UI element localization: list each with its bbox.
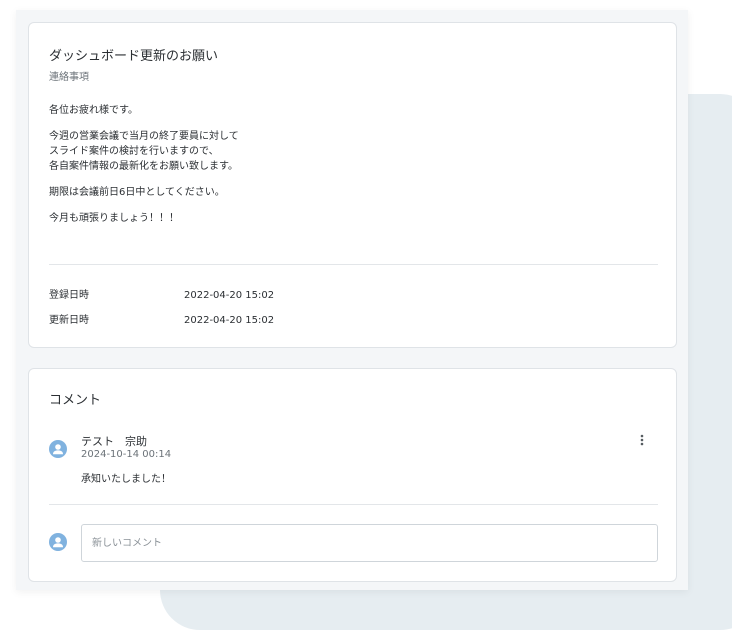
more-vertical-icon <box>640 434 644 446</box>
notice-paragraph: 今週の営業会議で当月の終了要員に対して スライド案件の検討を行いますので、 各自… <box>49 129 649 174</box>
updated-at-row: 更新日時 2022-04-20 15:02 <box>49 311 274 326</box>
comment-timestamp: 2024-10-14 00:14 <box>81 449 172 460</box>
comment-text: 承知いたしました！ <box>81 474 171 485</box>
notice-closing: 今月も頑張りましょう！！！ <box>49 213 179 224</box>
notice-paragraph-line: スライド案件の検討を行いますので、 <box>49 146 219 157</box>
comments-title: コメント <box>49 393 102 408</box>
comments-divider <box>49 504 658 505</box>
comment-author: テスト 宗助 <box>81 435 147 448</box>
created-at-label: 登録日時 <box>49 290 89 301</box>
notice-paragraph-line: 今週の営業会議で当月の終了要員に対して <box>49 131 239 142</box>
created-at-row: 登録日時 2022-04-20 15:02 <box>49 286 274 301</box>
notice-body: 各位お疲れ様です。 今週の営業会議で当月の終了要員に対して スライド案件の検討を… <box>49 103 649 237</box>
created-at-value: 2022-04-20 15:02 <box>184 290 275 301</box>
comment-menu-button[interactable] <box>633 433 651 453</box>
notice-detail-panel: ダッシュボード更新のお願い 連絡事項 各位お疲れ様です。 今週の営業会議で当月の… <box>16 10 688 590</box>
notice-deadline: 期限は会議前日6日中としてください。 <box>49 187 225 198</box>
notice-title: ダッシュボード更新のお願い <box>49 49 219 64</box>
updated-at-value: 2022-04-20 15:02 <box>184 315 275 326</box>
notice-divider <box>49 264 658 265</box>
notice-paragraph-line: 各自案件情報の最新化をお願い致します。 <box>49 161 238 172</box>
updated-at-label: 更新日時 <box>49 315 89 326</box>
notice-category: 連絡事項 <box>49 72 89 83</box>
user-avatar-icon <box>49 440 67 458</box>
new-comment-input[interactable] <box>81 524 658 562</box>
user-avatar-icon <box>49 533 67 551</box>
comments-card: コメント テスト 宗助 2024-10-14 00:14 承知いたしました！ <box>28 368 677 582</box>
notice-greeting: 各位お疲れ様です。 <box>49 105 138 116</box>
notice-card: ダッシュボード更新のお願い 連絡事項 各位お疲れ様です。 今週の営業会議で当月の… <box>28 22 677 348</box>
